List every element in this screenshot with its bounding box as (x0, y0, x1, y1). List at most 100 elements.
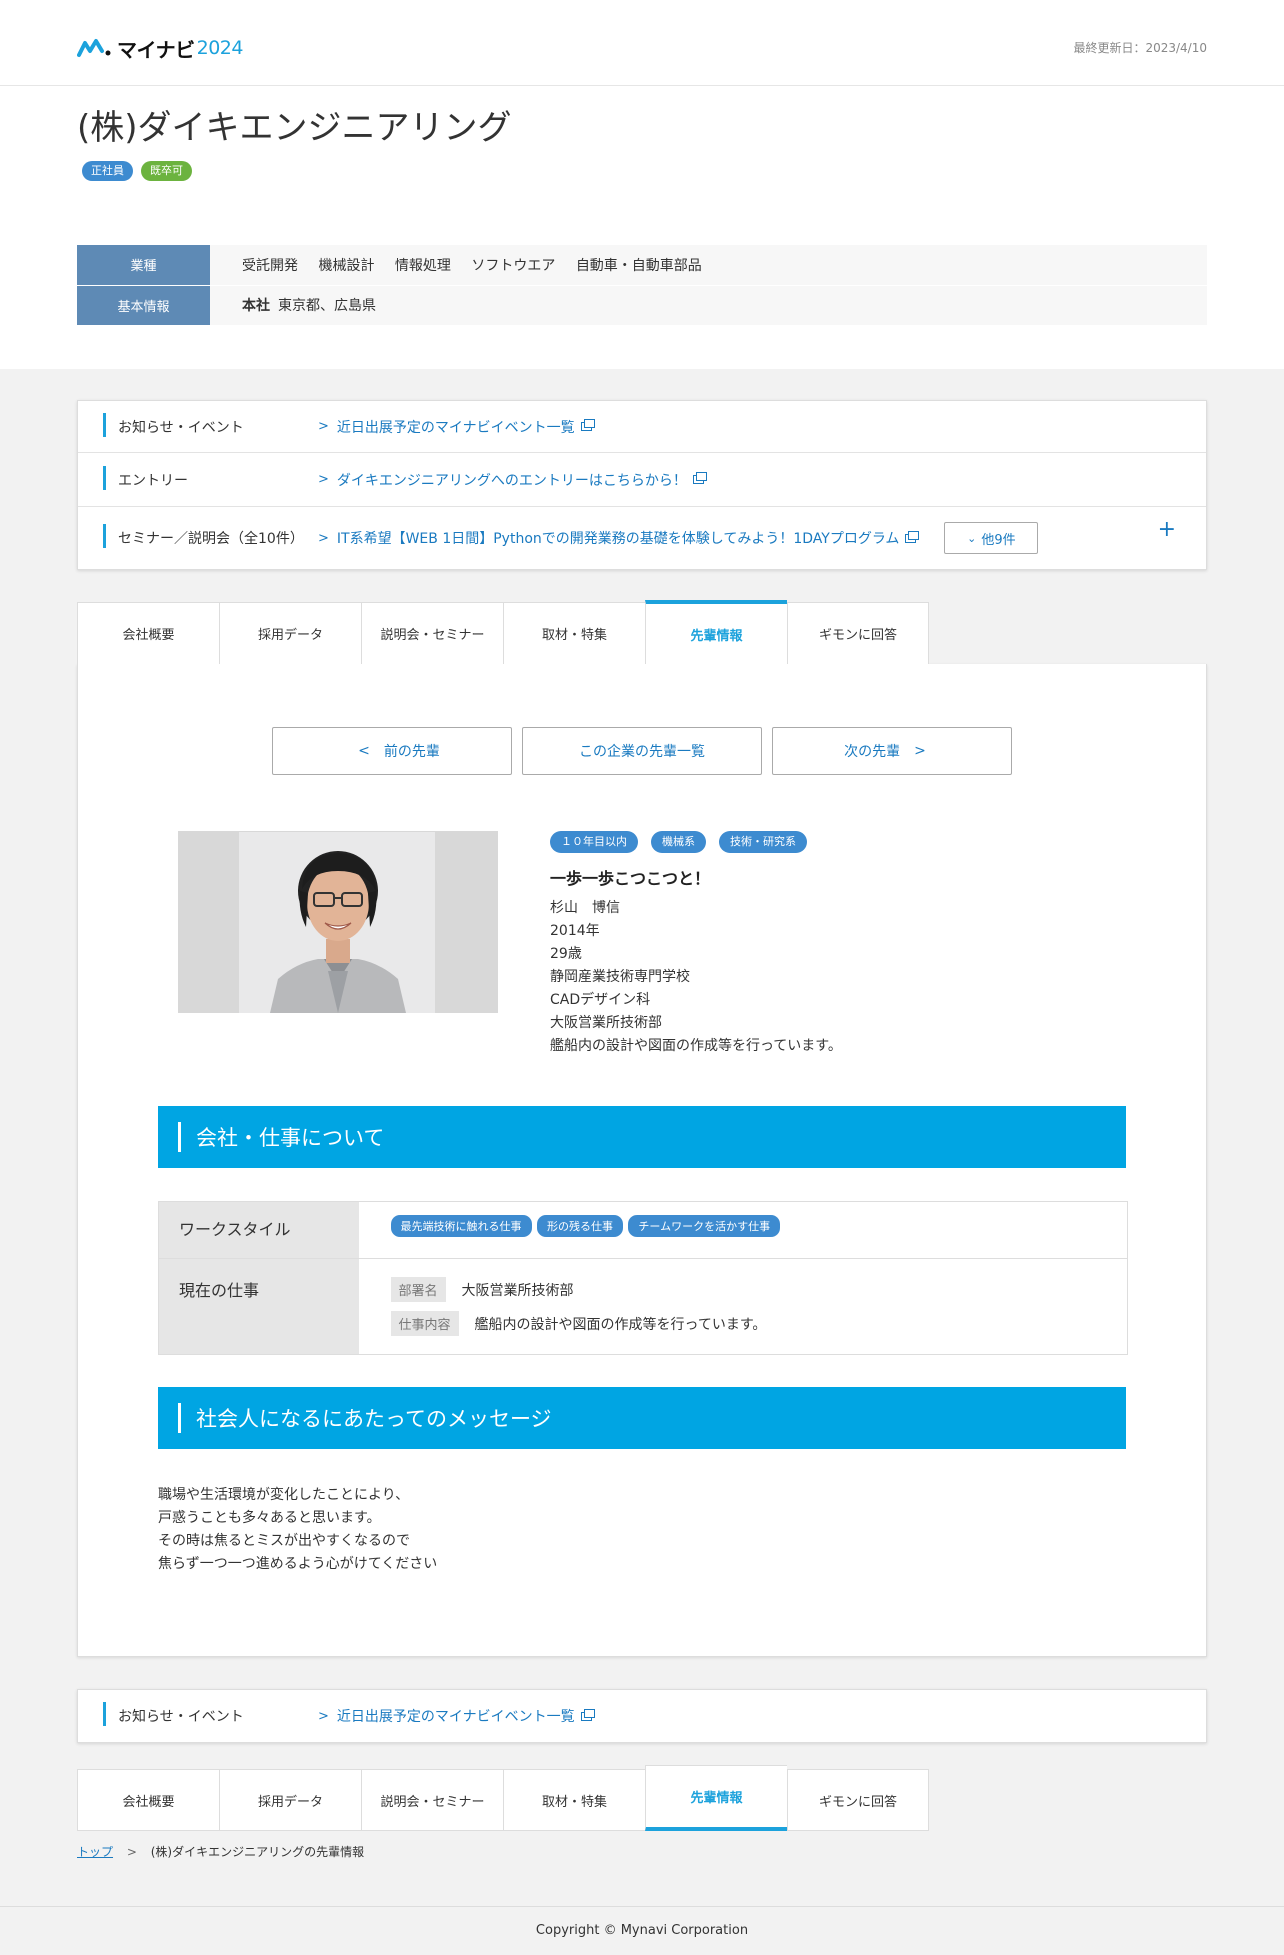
message-line: その時は焦るとミスが出やすくなるので (158, 1533, 410, 1550)
tab-senior-info[interactable]: 先輩情報 (645, 1765, 787, 1832)
message-line: 戸惑うことも多々あると思います。 (158, 1510, 381, 1527)
workstyle-label: ワークスタイル (158, 1201, 359, 1260)
industry-item: 受託開発 (242, 257, 298, 274)
senior-tags: １０年目以内 機械系 技術・研究系 (550, 831, 842, 854)
tab-recruitment-data[interactable]: 採用データ (219, 602, 361, 664)
site-header: マイナビ 2024 最終更新日：2023/4/10 (0, 0, 1284, 86)
industry-label: 業種 (77, 245, 210, 286)
tab-faq[interactable]: ギモンに回答 (787, 1769, 929, 1832)
mynavi-logo-mark-icon (77, 39, 111, 57)
last-updated: 最終更新日：2023/4/10 (1073, 39, 1207, 56)
breadcrumb: トップ > (株)ダイキエンジニアリングの先輩情報 (77, 1843, 1207, 1860)
senior-profile: １０年目以内 機械系 技術・研究系 一歩一歩こつこつと！ 杉山 博信 2014年… (158, 831, 1126, 1058)
tag-fulltime: 正社員 (82, 160, 133, 182)
industry-row: 業種 受託開発 機械設計 情報処理 ソフトウエア 自動車・自動車部品 (77, 245, 1207, 286)
next-senior-button[interactable]: 次の先輩 > (772, 727, 1012, 775)
more-seminars-button[interactable]: ⌄ 他9件 (944, 522, 1039, 554)
job-content-label: 仕事内容 (390, 1311, 459, 1337)
prev-senior-button[interactable]: < 前の先輩 (272, 727, 512, 775)
quick-links-panel-bottom: お知らせ・イベント > 近日出展予定のマイナビイベント一覧 (77, 1689, 1207, 1744)
current-job-label: 現在の仕事 (158, 1258, 359, 1356)
senior-major: CADデザイン科 (550, 992, 651, 1009)
tab-senior-info[interactable]: 先輩情報 (645, 600, 787, 664)
chevron-right-icon: > (318, 472, 329, 487)
work-detail-table: ワークスタイル 最先端技術に触れる仕事 形の残る仕事 チームワークを活かす仕事 … (158, 1201, 1128, 1356)
chevron-right-icon: > (318, 530, 329, 546)
news-label: お知らせ・イベント (78, 412, 318, 437)
industry-item: ソフトウエア (471, 257, 556, 274)
section-title: 社会人になるにあたってのメッセージ (196, 1407, 552, 1432)
tab-seminars[interactable]: 説明会・セミナー (361, 602, 503, 664)
hq-label: 本社 (242, 298, 270, 315)
logo-year: 2024 (196, 37, 244, 59)
news-link[interactable]: > 近日出展予定のマイナビイベント一覧 (318, 417, 595, 437)
basic-info-label: 基本情報 (77, 285, 210, 326)
tab-recruitment-data[interactable]: 採用データ (219, 1769, 361, 1832)
quick-links-panel: お知らせ・イベント > 近日出展予定のマイナビイベント一覧 エントリー > ダイ… (77, 400, 1207, 570)
senior-age: 29歳 (550, 946, 582, 963)
senior-school: 静岡産業技術専門学校 (550, 969, 690, 986)
news-row: お知らせ・イベント > 近日出展予定のマイナビイベント一覧 (78, 1690, 1206, 1742)
company-info-table: 業種 受託開発 機械設計 情報処理 ソフトウエア 自動車・自動車部品 基本情報 … (77, 245, 1207, 326)
seminar-row: セミナー／説明会（全10件） > IT系希望【WEB 1日間】Pythonでの開… (78, 507, 1206, 569)
tab-bar-bottom: 会社概要 採用データ 説明会・セミナー 取材・特集 先輩情報 ギモンに回答 (77, 1765, 1284, 1832)
industry-item: 自動車・自動車部品 (575, 257, 702, 274)
industry-item: 機械設計 (318, 257, 375, 274)
entry-row: エントリー > ダイキエンジニアリングへのエントリーはこちらから！ (78, 453, 1206, 507)
news-label: お知らせ・イベント (78, 1702, 318, 1727)
tab-company-overview[interactable]: 会社概要 (77, 602, 219, 664)
hq-value: 東京都、広島県 (278, 298, 376, 315)
employment-tags: 正社員 既卒可 (77, 160, 1207, 182)
entry-label: エントリー (78, 465, 318, 490)
tab-features[interactable]: 取材・特集 (503, 1769, 645, 1832)
workstyle-tag: チームワークを活かす仕事 (628, 1215, 781, 1238)
senior-tag: １０年目以内 (550, 831, 638, 854)
entry-link[interactable]: > ダイキエンジニアリングへのエントリーはこちらから！ (318, 470, 707, 490)
basic-info-values: 本社 東京都、広島県 (210, 285, 1207, 326)
chevron-down-icon: ⌄ (967, 531, 977, 545)
job-content-value: 艦船内の設計や図面の作成等を行っています。 (474, 1316, 767, 1333)
expand-plus-icon[interactable]: + (1158, 517, 1176, 542)
senior-message: 職場や生活環境が変化したことにより、 戸惑うことも多々あると思います。 その時は… (158, 1484, 1126, 1576)
senior-work-summary: 艦船内の設計や図面の作成等を行っています。 (550, 1038, 842, 1055)
seminar-link[interactable]: > IT系希望【WEB 1日間】Pythonでの開発業務の基礎を体験してみよう！… (318, 528, 920, 548)
breadcrumb-current: (株)ダイキエンジニアリングの先輩情報 (150, 1845, 365, 1860)
senior-tag: 機械系 (651, 831, 706, 854)
breadcrumb-top-link[interactable]: トップ (77, 1845, 113, 1859)
dept-value: 大阪営業所技術部 (461, 1282, 574, 1299)
senior-photo (178, 831, 498, 1013)
message-line: 職場や生活環境が変化したことにより、 (158, 1487, 410, 1504)
senior-catchphrase: 一歩一歩こつこつと！ (550, 869, 711, 889)
tab-features[interactable]: 取材・特集 (503, 602, 645, 664)
workstyle-tag: 形の残る仕事 (536, 1215, 623, 1238)
chevron-left-icon: < (358, 743, 370, 759)
tab-bar-top: 会社概要 採用データ 説明会・セミナー 取材・特集 先輩情報 ギモンに回答 (77, 600, 1284, 664)
site-footer: Copyright © Mynavi Corporation (0, 1906, 1284, 1955)
chevron-right-icon: > (318, 419, 329, 434)
workstyle-values: 最先端技術に触れる仕事 形の残る仕事 チームワークを活かす仕事 (358, 1201, 1128, 1260)
current-job-values: 部署名 大阪営業所技術部 仕事内容 艦船内の設計や図面の作成等を行っています。 (358, 1258, 1128, 1356)
section-heading-message: 社会人になるにあたってのメッセージ (158, 1387, 1126, 1450)
workstyle-tag: 最先端技術に触れる仕事 (390, 1215, 532, 1238)
senior-list-button[interactable]: この企業の先輩一覧 (522, 727, 762, 775)
updated-date: 2023/4/10 (1145, 41, 1207, 55)
logo-text: マイナビ (117, 37, 195, 62)
senior-detail-content: < 前の先輩 この企業の先輩一覧 次の先輩 > １０年目以内 機械系 技術・研究… (77, 664, 1207, 1658)
tab-company-overview[interactable]: 会社概要 (77, 1769, 219, 1832)
senior-profile-info: １０年目以内 機械系 技術・研究系 一歩一歩こつこつと！ 杉山 博信 2014年… (550, 831, 842, 1058)
external-link-icon (580, 1708, 595, 1721)
workstyle-row: ワークスタイル 最先端技術に触れる仕事 形の残る仕事 チームワークを活かす仕事 (158, 1201, 1128, 1260)
external-link-icon (692, 472, 707, 484)
senior-tag: 技術・研究系 (719, 831, 807, 854)
section-title: 会社・仕事について (196, 1126, 385, 1151)
job-line: 仕事内容 艦船内の設計や図面の作成等を行っています。 (390, 1311, 1096, 1337)
company-name: (株)ダイキエンジニアリング (77, 108, 512, 148)
news-link[interactable]: > 近日出展予定のマイナビイベント一覧 (318, 1706, 595, 1726)
tab-seminars[interactable]: 説明会・セミナー (361, 1769, 503, 1832)
updated-label: 最終更新日： (1073, 41, 1146, 55)
tab-faq[interactable]: ギモンに回答 (787, 602, 929, 664)
mynavi-logo[interactable]: マイナビ 2024 (77, 35, 244, 62)
copyright: Copyright © Mynavi Corporation (535, 1923, 749, 1939)
senior-navigation: < 前の先輩 この企業の先輩一覧 次の先輩 > (158, 727, 1126, 775)
external-link-icon (905, 530, 920, 543)
